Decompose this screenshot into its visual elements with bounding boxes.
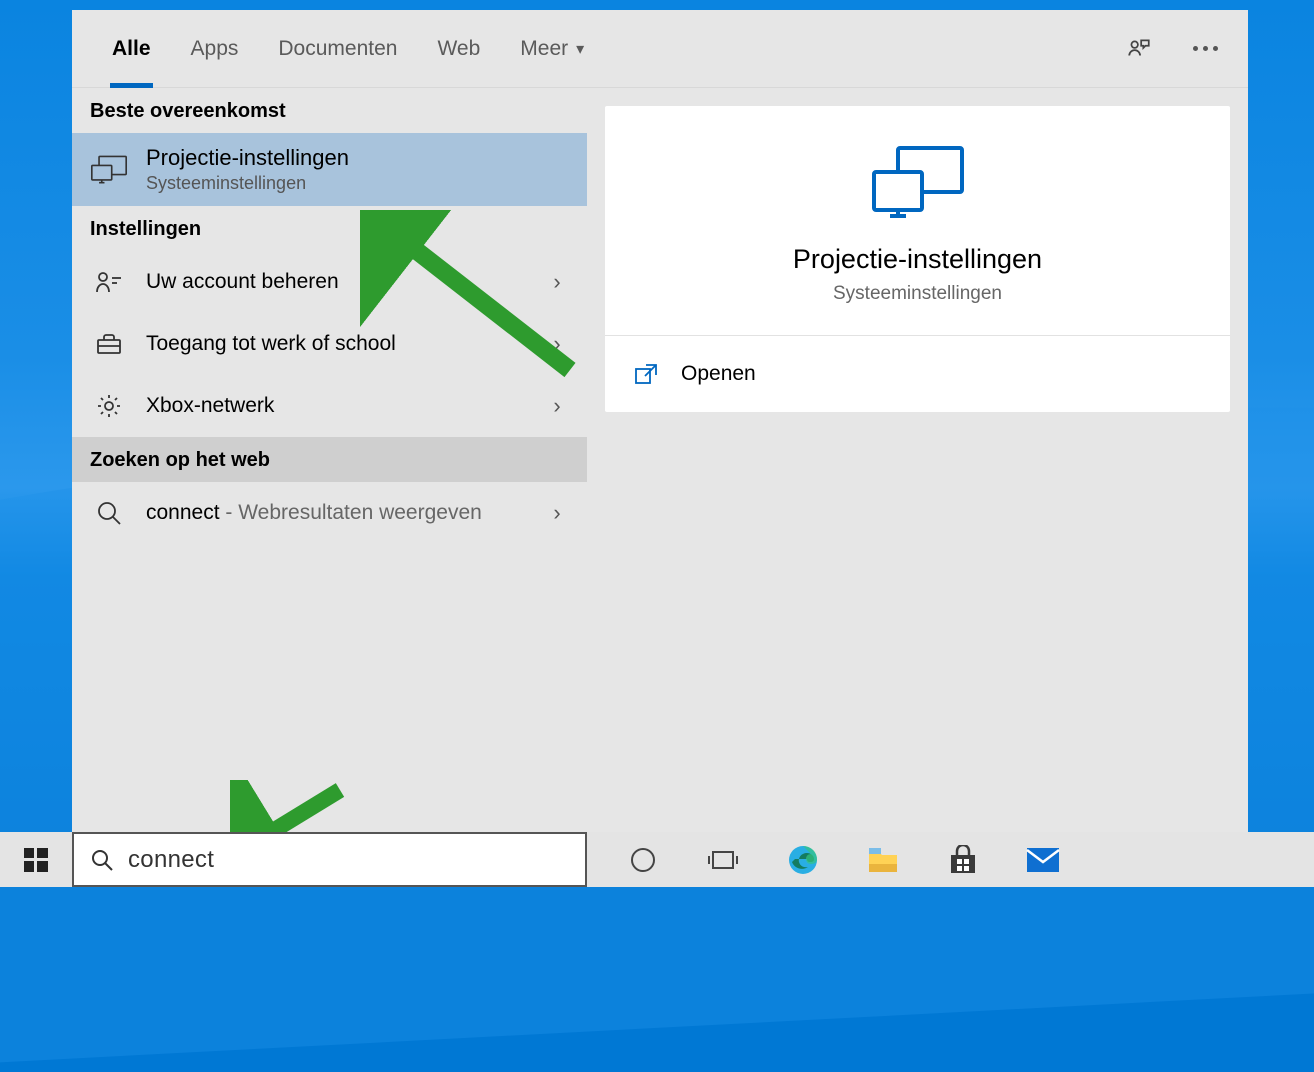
chevron-right-icon: ›	[545, 393, 569, 419]
detail-card: Projectie-instellingen Systeeminstelling…	[605, 106, 1230, 412]
web-term: connect	[146, 501, 220, 524]
tab-all[interactable]: Alle	[92, 10, 171, 88]
task-view-icon[interactable]	[703, 840, 743, 880]
search-icon	[90, 848, 114, 872]
detail-title: Projectie-instellingen	[625, 244, 1210, 275]
section-best-match: Beste overeenkomst	[72, 88, 587, 133]
tab-documents[interactable]: Documenten	[258, 10, 417, 88]
chevron-right-icon: ›	[545, 500, 569, 526]
search-input[interactable]	[128, 846, 569, 874]
result-web-search[interactable]: connect - Webresultaten weergeven ›	[72, 482, 587, 544]
detail-hero: Projectie-instellingen Systeeminstelling…	[605, 106, 1230, 336]
taskbar-tray	[587, 840, 1314, 880]
project-icon	[90, 151, 128, 189]
result-title: Projectie-instellingen	[146, 145, 569, 171]
tab-apps[interactable]: Apps	[171, 10, 259, 88]
section-settings: Instellingen	[72, 206, 587, 251]
edge-icon[interactable]	[783, 840, 823, 880]
project-large-icon	[868, 142, 968, 222]
section-web-search: Zoeken op het web	[72, 437, 587, 482]
result-setting-xbox[interactable]: Xbox-netwerk ›	[72, 375, 587, 437]
more-options-icon[interactable]	[1193, 46, 1218, 51]
results-column: Beste overeenkomst Projectie-instellinge…	[72, 88, 587, 832]
tab-more[interactable]: Meer	[500, 10, 604, 88]
briefcase-icon	[90, 325, 128, 363]
tab-web[interactable]: Web	[417, 10, 500, 88]
detail-column: Projectie-instellingen Systeeminstelling…	[587, 88, 1248, 832]
result-best-match[interactable]: Projectie-instellingen Systeeminstelling…	[72, 133, 587, 206]
action-open[interactable]: Openen	[635, 358, 1200, 390]
result-label: Uw account beheren	[146, 270, 527, 294]
result-setting-account[interactable]: Uw account beheren ›	[72, 251, 587, 313]
result-setting-work[interactable]: Toegang tot werk of school ›	[72, 313, 587, 375]
result-label: Xbox-netwerk	[146, 394, 527, 418]
search-icon	[90, 494, 128, 532]
mail-icon[interactable]	[1023, 840, 1063, 880]
store-icon[interactable]	[943, 840, 983, 880]
result-subtitle: Systeeminstellingen	[146, 173, 569, 194]
chevron-right-icon: ›	[545, 269, 569, 295]
file-explorer-icon[interactable]	[863, 840, 903, 880]
taskbar	[0, 832, 1314, 887]
search-panel: Alle Apps Documenten Web Meer Beste over…	[72, 10, 1248, 832]
chevron-right-icon: ›	[545, 331, 569, 357]
web-hint: - Webresultaten weergeven	[220, 501, 482, 524]
gear-icon	[90, 387, 128, 425]
cortana-icon[interactable]	[623, 840, 663, 880]
taskbar-search[interactable]	[72, 832, 587, 887]
feedback-icon[interactable]	[1125, 35, 1153, 63]
search-tabs: Alle Apps Documenten Web Meer	[72, 10, 1248, 88]
account-icon	[90, 263, 128, 301]
open-icon	[635, 363, 657, 385]
action-open-label: Openen	[681, 362, 756, 386]
result-label: Toegang tot werk of school	[146, 332, 527, 356]
detail-subtitle: Systeeminstellingen	[625, 283, 1210, 305]
start-button[interactable]	[0, 832, 72, 887]
